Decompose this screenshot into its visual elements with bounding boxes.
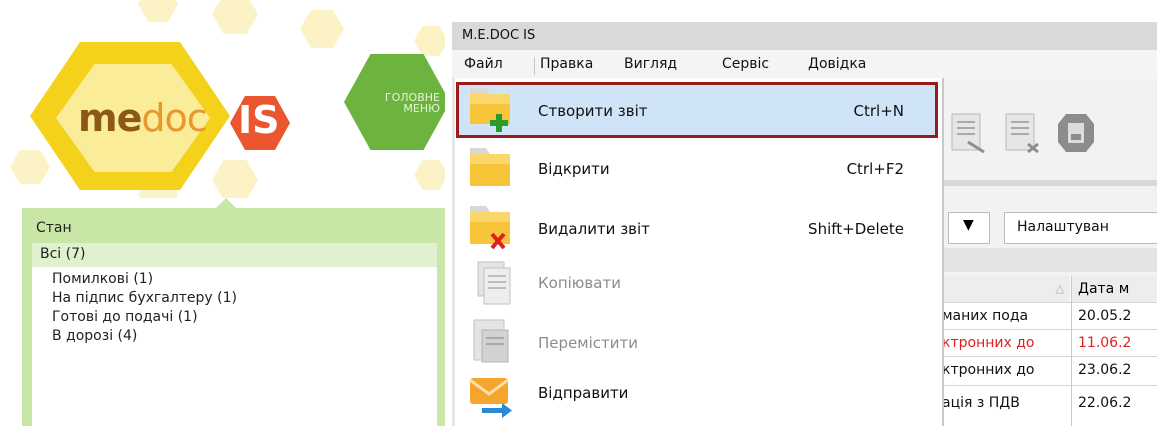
menu-item-label: Копіювати <box>538 274 621 292</box>
column-header-name[interactable]: △ <box>940 276 1070 302</box>
table-cell-date[interactable]: 22.06.2 <box>1078 390 1157 416</box>
settings-button[interactable]: Налаштуван <box>1004 212 1157 244</box>
table-cell-date[interactable]: 20.05.2 <box>1078 303 1157 329</box>
menu-item-move <box>456 316 938 372</box>
decor-hex <box>414 160 445 190</box>
decor-hex <box>300 10 344 48</box>
table-cell-date[interactable]: 23.06.2 <box>1078 357 1157 383</box>
column-divider <box>1071 276 1072 426</box>
menu-item-shortcut: Ctrl+F2 <box>846 160 904 178</box>
title-bar <box>452 22 1157 50</box>
move-icon <box>473 319 509 363</box>
edit-document-icon[interactable] <box>948 112 988 154</box>
decor-hex <box>212 0 258 34</box>
decor-hex <box>414 26 445 56</box>
menu-item-shortcut: Ctrl+N <box>853 102 904 120</box>
copy-icon <box>477 261 511 305</box>
documents-table: △ Дата м маних пода 20.05.2 ктронних до … <box>940 276 1157 426</box>
menu-item-shortcut: Shift+Delete <box>808 220 904 238</box>
archive-icon[interactable] <box>1056 112 1096 154</box>
logo-text-me: me <box>78 96 142 140</box>
delete-document-icon[interactable] <box>1002 112 1042 154</box>
state-item-in-transit[interactable]: В дорозі (4) <box>52 328 137 344</box>
logo-text-doc: doc <box>141 96 207 140</box>
menu-item-label: Створити звіт <box>538 102 648 120</box>
main-menu-label: ГОЛОВНЕ МЕНЮ <box>384 91 440 115</box>
menu-service[interactable]: Сервіс <box>722 56 769 72</box>
menu-edit[interactable]: Правка <box>540 56 593 72</box>
menu-file[interactable]: Файл <box>464 56 503 72</box>
send-envelope-icon <box>469 378 512 418</box>
logo: medoc <box>78 96 208 140</box>
logo-area: medoc IS ГОЛОВНЕ МЕНЮ <box>0 0 445 198</box>
menu-item-label: Відправити <box>538 384 629 402</box>
filter-dropdown[interactable]: ▼ <box>948 212 990 244</box>
table-cell-name[interactable]: ація з ПДВ <box>942 390 1070 416</box>
folder-delete-icon <box>470 206 510 250</box>
file-menu-dropdown: Створити звіт Ctrl+N Відкрити Ctrl+F2 Ви… <box>452 78 944 426</box>
state-item-all[interactable]: Всі (7) <box>32 243 437 267</box>
decor-hex <box>138 0 178 22</box>
state-item-to-sign[interactable]: На підпис бухгалтеру (1) <box>52 290 237 306</box>
menu-separator <box>534 57 535 75</box>
decor-hex <box>10 150 50 184</box>
menu-item-label: Перемістити <box>538 334 638 352</box>
menu-item-copy <box>456 258 938 314</box>
table-cell-name[interactable]: ктронних до <box>942 330 1070 356</box>
panel-pointer <box>216 198 236 208</box>
logo-text-is: IS <box>238 98 280 142</box>
table-cell-date[interactable]: 11.06.2 <box>1078 330 1157 356</box>
state-item-label: Всі (7) <box>40 246 86 262</box>
decor-hex <box>212 160 258 198</box>
row-divider <box>940 385 1157 386</box>
menu-item-label: Відкрити <box>538 160 610 178</box>
state-item-errors[interactable]: Помилкові (1) <box>52 271 153 287</box>
sort-icon: △ <box>1055 282 1064 295</box>
settings-label: Налаштуван <box>1017 219 1109 235</box>
menu-item-send[interactable] <box>456 368 938 424</box>
window-title: M.E.DOC IS <box>462 28 536 43</box>
state-item-ready[interactable]: Готові до подачі (1) <box>52 309 198 325</box>
folder-open-icon <box>470 148 510 186</box>
state-panel: Стан Всі (7) Помилкові (1) На підпис бух… <box>22 198 445 426</box>
table-cell-name[interactable]: маних пода <box>942 303 1070 329</box>
grid-header-strip <box>940 248 1157 272</box>
state-title: Стан <box>36 220 72 236</box>
menu-item-label: Видалити звіт <box>538 220 650 238</box>
folder-add-icon <box>470 88 510 132</box>
chevron-down-icon: ▼ <box>963 217 974 233</box>
menu-help[interactable]: Довідка <box>808 56 866 72</box>
state-tree: Всі (7) Помилкові (1) На підпис бухгалте… <box>32 243 437 426</box>
column-header-date[interactable]: Дата м <box>1072 276 1157 302</box>
toolbar-divider <box>940 180 1157 186</box>
menu-view[interactable]: Вигляд <box>624 56 677 72</box>
table-cell-name[interactable]: ктронних до <box>942 357 1070 383</box>
menu-left-border <box>452 78 455 426</box>
